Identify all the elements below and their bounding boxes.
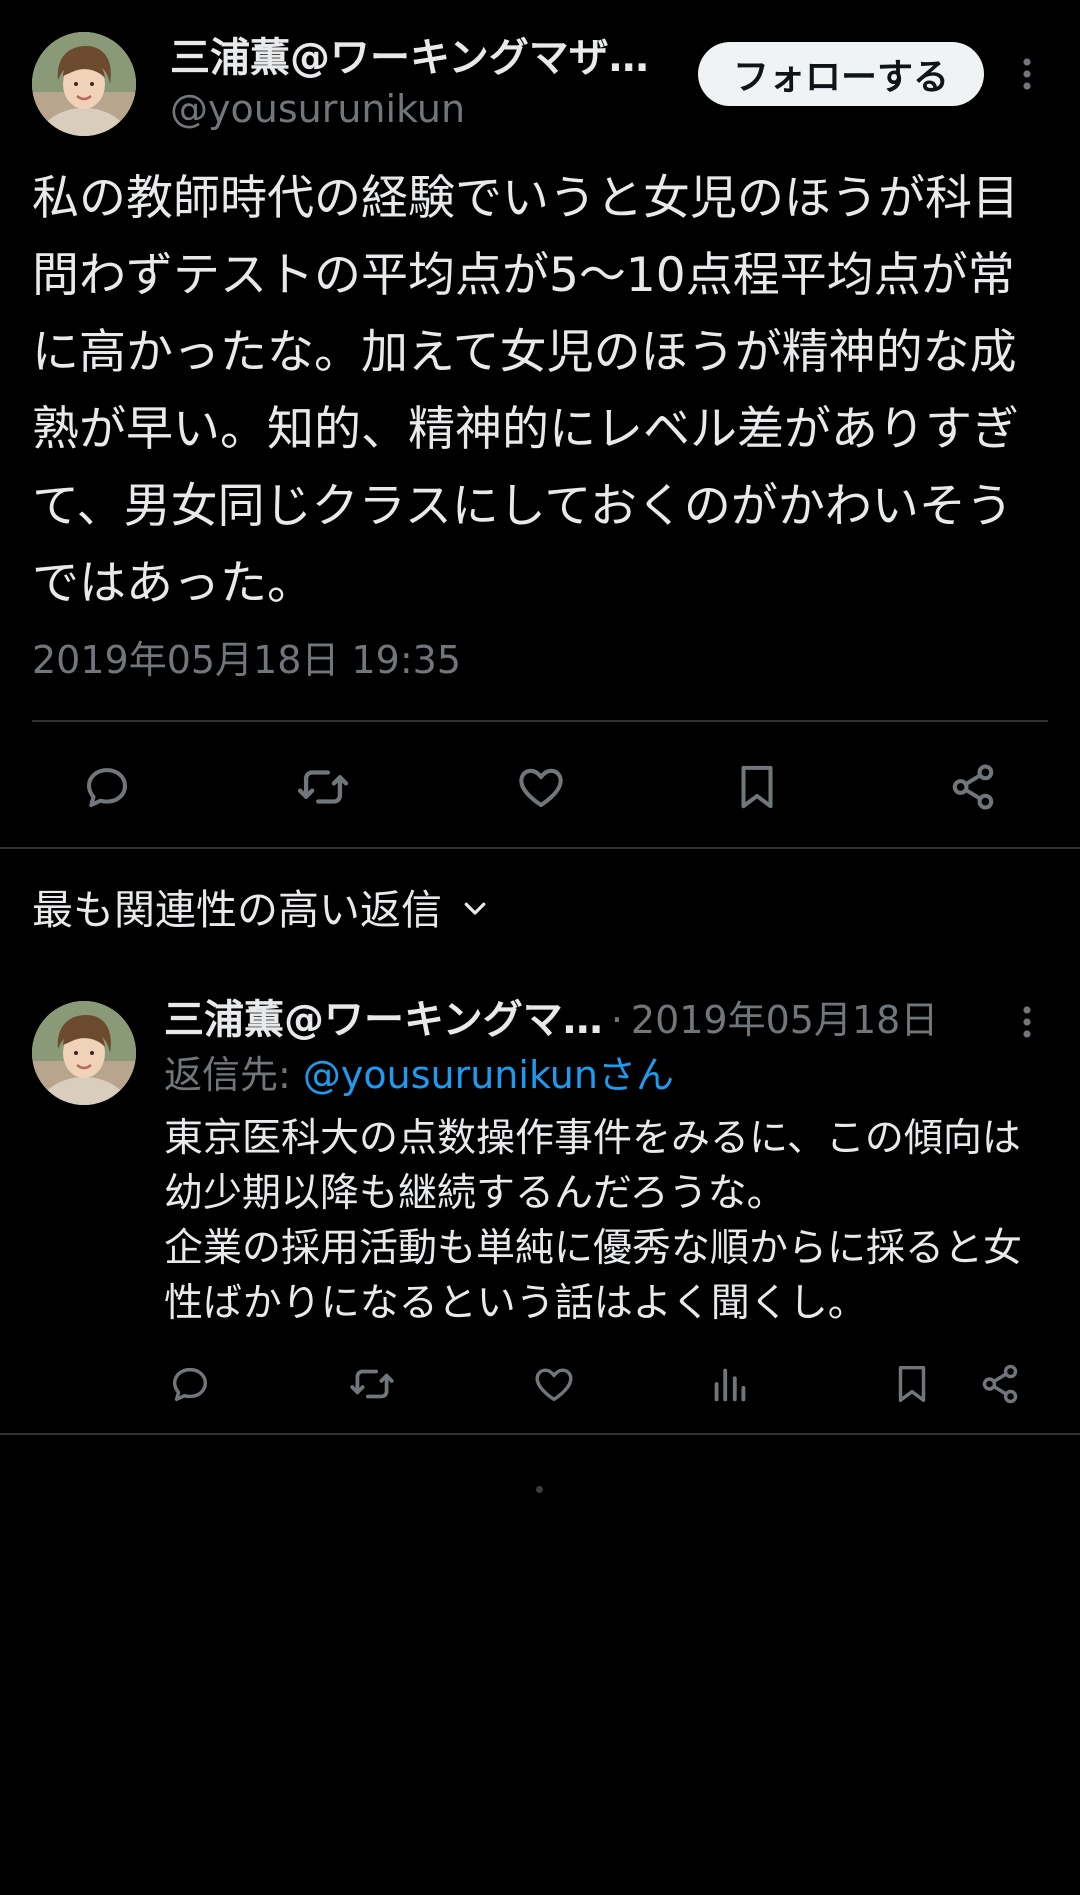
like-icon[interactable] [512, 758, 570, 816]
chevron-down-icon [460, 893, 490, 927]
retweet-icon[interactable] [346, 1358, 398, 1410]
like-icon[interactable] [528, 1358, 580, 1410]
divider [32, 720, 1048, 722]
reply-to: 返信先: @yousurunikunさん [164, 1050, 674, 1100]
author-handle[interactable]: @yousurunikun [170, 86, 465, 132]
reply-header: 三浦薫@ワーキングマ… · 2019年05月18日 [164, 996, 964, 1044]
loading-indicator [536, 1486, 543, 1493]
reply-to-handle[interactable]: @yousurunikunさん [303, 1053, 674, 1097]
avatar-image [32, 32, 136, 136]
avatar-image [32, 1001, 136, 1105]
more-options-icon[interactable] [1019, 54, 1035, 94]
more-options-icon[interactable] [1019, 1002, 1035, 1042]
reply-icon[interactable] [164, 1358, 216, 1410]
share-icon[interactable] [974, 1358, 1026, 1410]
tweet-text: 私の教師時代の経験でいうと女児のほうが科目問わずテストの平均点が5〜10点程平均… [32, 171, 1019, 611]
reply-to-prefix: 返信先: [164, 1053, 303, 1097]
separator-dot: · [610, 998, 623, 1042]
reply-text: 東京医科大の点数操作事件をみるに、この傾向は幼少期以降も継続するんだろうな。 企… [164, 1116, 1023, 1326]
replies-sort-label: 最も関連性の高い返信 [32, 886, 442, 934]
reply-author-avatar[interactable] [32, 1001, 136, 1105]
divider [0, 847, 1080, 849]
bookmark-icon[interactable] [886, 1358, 938, 1410]
reply-icon[interactable] [78, 758, 136, 816]
bookmark-icon[interactable] [728, 758, 786, 816]
replies-sort-dropdown[interactable]: 最も関連性の高い返信 [32, 882, 490, 938]
tweet-timestamp[interactable]: 2019年05月18日 19:35 [32, 636, 461, 684]
follow-button[interactable]: フォローする [698, 42, 984, 106]
views-icon[interactable] [704, 1358, 756, 1410]
share-icon[interactable] [944, 758, 1002, 816]
reply-author-name[interactable]: 三浦薫@ワーキングマ… [164, 996, 603, 1044]
reply-date[interactable]: 2019年05月18日 [631, 996, 938, 1044]
author-name[interactable]: 三浦薫@ワーキングマザ… [170, 34, 670, 82]
divider [0, 1433, 1080, 1435]
author-avatar[interactable] [32, 32, 136, 136]
retweet-icon[interactable] [294, 758, 352, 816]
